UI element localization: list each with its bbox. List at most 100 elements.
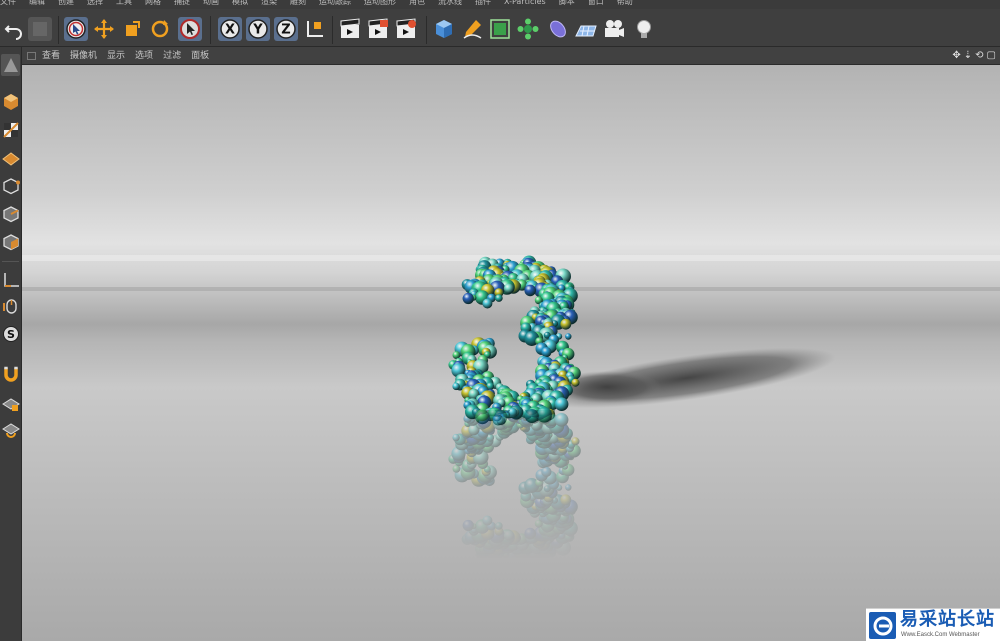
workplane-align-button[interactable] [1,419,20,441]
move-view-icon[interactable]: ✥ [952,49,960,63]
cursor-icon [66,19,86,39]
scale-tool-button[interactable] [120,17,144,41]
menu-item[interactable]: 脚本 [559,0,575,7]
z-axis-icon: Z [276,19,296,39]
menu-list: 文件 编辑 创建 选择 工具 网格 捕捉 动画 模拟 渲染 雕刻 运动跟踪 运动图形 角色 流水线 插件 X-P… [0,0,646,7]
menu-item[interactable]: 创建 [58,0,74,7]
tweak-mode-button[interactable] [1,295,20,317]
deformer-icon [550,20,566,38]
reflection-sphere [560,494,572,506]
menu-item[interactable]: 插件 [475,0,491,7]
y-axis-label: Y [252,23,263,38]
camera-icon [605,20,624,37]
panel-grip-icon[interactable] [27,52,36,60]
edges-cube-icon [2,206,19,223]
3d-viewport[interactable] [22,65,1000,641]
viewport-header: 查看 摄像机 显示 选项 过滤 面板 ✥ ⇣ ⟲ ▢ [22,47,1000,65]
x-axis-icon: X [220,19,240,39]
viewport-menu-item[interactable]: 摄像机 [70,49,97,63]
menu-item[interactable]: 文件 [0,0,16,7]
texture-mode-button[interactable] [1,119,20,141]
x-axis-lock-button[interactable]: X [218,17,242,41]
points-mode-button[interactable] [1,175,20,197]
menu-item[interactable]: 选择 [87,0,103,7]
workplane-mode-button[interactable] [1,147,20,169]
clapper-gear-icon [396,18,416,38]
rotate-tool-button[interactable] [148,17,172,41]
particle-sphere [565,333,572,340]
menu-item[interactable]: 运动图形 [364,0,396,7]
subdivision-button[interactable] [488,17,512,41]
coordinate-system-button[interactable] [302,17,326,41]
cube-object-button[interactable] [432,17,456,41]
menu-item[interactable]: X-Particles [504,0,546,7]
zoom-view-icon[interactable]: ⇣ [964,49,972,63]
deformer-button[interactable] [546,17,570,41]
magnet-icon [3,366,18,382]
reflection-sphere [452,433,460,442]
reflection-sphere [571,437,580,446]
toggle-view-icon[interactable]: ▢ [987,49,996,63]
model-cube-icon [3,94,18,110]
particle-sphere [541,347,552,358]
menu-item[interactable]: 网格 [145,0,161,7]
editable-icon [3,58,18,72]
particle-reflection [448,398,581,567]
menu-item[interactable]: 动画 [203,0,219,7]
menu-item[interactable]: 运动跟踪 [319,0,351,7]
workplane-lock-button[interactable] [1,393,20,415]
menu-item[interactable]: 流水线 [438,0,462,7]
viewport-menu-item[interactable]: 选项 [135,49,153,63]
menu-item[interactable]: 工具 [116,0,132,7]
reflection-sphere [475,399,490,415]
select-tool-button[interactable] [178,17,202,41]
make-editable-button[interactable] [1,54,20,76]
cloner-button[interactable] [516,17,540,41]
menu-item[interactable]: 窗口 [588,0,604,7]
light-button[interactable] [632,17,656,41]
z-axis-lock-button[interactable]: Z [274,17,298,41]
render-settings-button[interactable] [394,17,418,41]
menu-item[interactable]: 角色 [409,0,425,7]
reflection-sphere [554,413,569,427]
viewport-menu-item[interactable]: 显示 [107,49,125,63]
reflection-sphere [482,515,493,526]
live-select-button[interactable] [64,17,88,41]
scale-icon [126,21,140,36]
menu-bar: 文件 编辑 创建 选择 工具 网格 捕捉 动画 模拟 渲染 雕刻 运动跟踪 运动图形 角色 流水线 插件 X-P… [0,0,1000,9]
edges-mode-button[interactable] [1,203,20,225]
axis-mode-button[interactable] [1,269,20,291]
render-view-button[interactable] [338,17,362,41]
menu-item[interactable]: 模拟 [232,0,248,7]
menu-item[interactable]: 渲染 [261,0,277,7]
grid-lock-icon [1,398,20,411]
menu-item[interactable]: 帮助 [617,0,633,7]
y-axis-lock-button[interactable]: Y [246,17,270,41]
menu-item[interactable]: 雕刻 [290,0,306,7]
undo-icon [4,25,22,40]
viewport-controls: ✥ ⇣ ⟲ ▢ [949,49,996,63]
scene-render [22,255,1000,567]
viewport-menu-item[interactable]: 面板 [191,49,209,63]
polygons-mode-button[interactable] [1,231,20,253]
viewport-menu-item[interactable]: 过滤 [163,49,181,63]
menu-item[interactable]: 编辑 [29,0,45,7]
camera-button[interactable] [602,17,626,41]
model-mode-button[interactable] [1,91,20,113]
redo-button[interactable] [28,17,52,41]
menu-item[interactable]: 捕捉 [174,0,190,7]
reflection-sphere [462,519,474,532]
viewport-menu: 查看 摄像机 显示 选项 过滤 面板 [42,49,219,63]
move-tool-button[interactable] [92,17,116,41]
pen-spline-button[interactable] [460,17,484,41]
render-to-picture-viewer-button[interactable] [366,17,390,41]
viewport-menu-item[interactable]: 查看 [42,49,60,63]
rotate-icon [151,20,169,38]
redo-icon [33,22,47,36]
undo-button[interactable] [2,17,26,41]
mouse-icon [2,299,17,314]
snap-button[interactable]: S [1,323,20,345]
floor-button[interactable] [574,17,598,41]
rotate-view-icon[interactable]: ⟲ [975,49,983,63]
magnet-button[interactable] [1,363,20,385]
